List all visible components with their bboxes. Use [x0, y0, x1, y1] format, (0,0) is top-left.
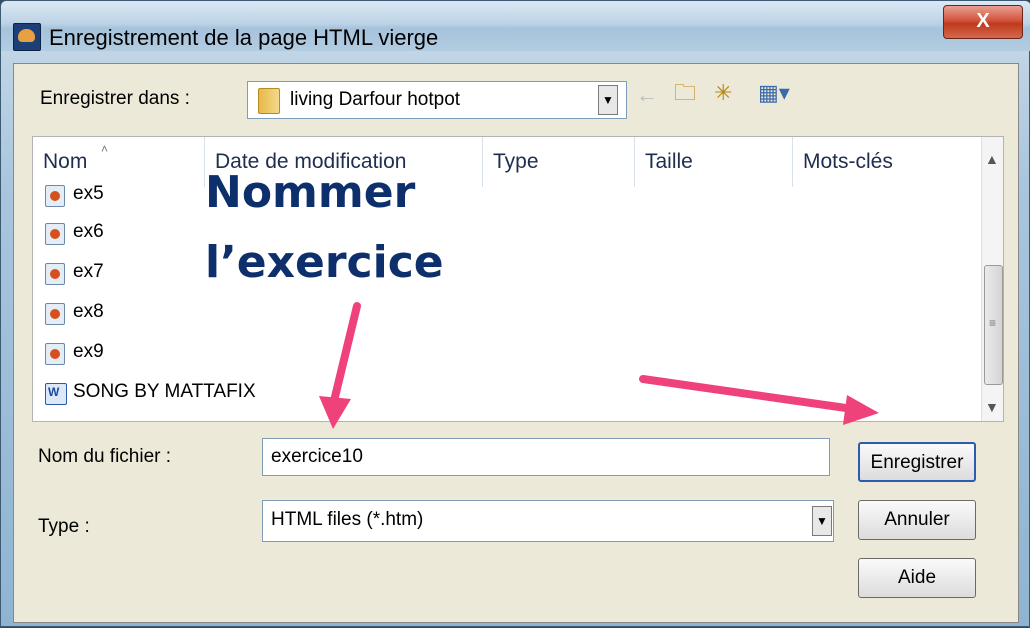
back-arrow-icon[interactable]: ←: [636, 84, 658, 106]
lookin-combo[interactable]: living Darfour hotpot: [247, 81, 627, 119]
folder-icon: [258, 88, 280, 114]
annotation-line-1: Nommer: [205, 167, 416, 218]
file-list: Nom ˄ Date de modification Type Taille M…: [32, 136, 1004, 422]
type-label: Type :: [38, 516, 90, 537]
lookin-value: living Darfour hotpot: [290, 89, 461, 110]
grip-icon: ≡: [989, 316, 997, 330]
column-label: Nom: [43, 150, 88, 173]
filename-input[interactable]: [262, 438, 830, 476]
help-button[interactable]: Aide: [858, 558, 976, 598]
window-title: Enregistrement de la page HTML vierge: [49, 25, 439, 50]
views-menu-icon[interactable]: ▦▾: [758, 82, 790, 104]
column-header-name[interactable]: Nom ˄: [33, 137, 205, 187]
column-header-size[interactable]: Taille: [635, 137, 793, 187]
new-folder-icon[interactable]: ✳: [714, 82, 732, 104]
vertical-scrollbar[interactable]: ▲ ≡ ▼: [981, 137, 1003, 421]
file-name: ex9: [73, 341, 104, 362]
html-file-icon: [45, 223, 65, 245]
up-folder-icon[interactable]: 🗀: [674, 82, 696, 104]
html-file-icon: [45, 185, 65, 207]
html-file-icon: [45, 343, 65, 365]
file-name: ex8: [73, 301, 104, 322]
word-document-icon: [45, 383, 67, 405]
filename-label: Nom du fichier :: [38, 446, 172, 467]
type-select[interactable]: HTML files (*.htm): [262, 500, 834, 542]
title-bar: Enregistrement de la page HTML vierge X: [1, 1, 1030, 51]
scroll-up-icon[interactable]: ▲: [985, 151, 999, 167]
file-name: ex6: [73, 221, 104, 242]
close-button[interactable]: X: [943, 5, 1023, 39]
type-dropdown-button[interactable]: ▼: [812, 506, 832, 536]
sort-up-icon: ˄: [101, 142, 109, 156]
save-button[interactable]: Enregistrer: [858, 442, 976, 482]
type-value: HTML files (*.htm): [271, 509, 424, 530]
column-header-type[interactable]: Type: [483, 137, 635, 187]
html-file-icon: [45, 303, 65, 325]
save-dialog: Enregistrement de la page HTML vierge X …: [0, 0, 1030, 627]
dialog-content: Enregistrer dans : living Darfour hotpot…: [13, 63, 1019, 623]
html-file-icon: [45, 263, 65, 285]
scroll-thumb[interactable]: ≡: [984, 265, 1003, 385]
cancel-button[interactable]: Annuler: [858, 500, 976, 540]
column-header-keywords[interactable]: Mots-clés: [793, 137, 979, 187]
lookin-dropdown-button[interactable]: ▼: [598, 85, 618, 115]
app-icon: [13, 23, 41, 51]
file-name: ex7: [73, 261, 104, 282]
scroll-down-icon[interactable]: ▼: [985, 399, 999, 415]
annotation-line-2: l’exercice: [205, 237, 444, 288]
file-name: ex5: [73, 183, 104, 204]
file-name: SONG BY MATTAFIX: [73, 381, 256, 402]
lookin-label: Enregistrer dans :: [40, 88, 190, 109]
